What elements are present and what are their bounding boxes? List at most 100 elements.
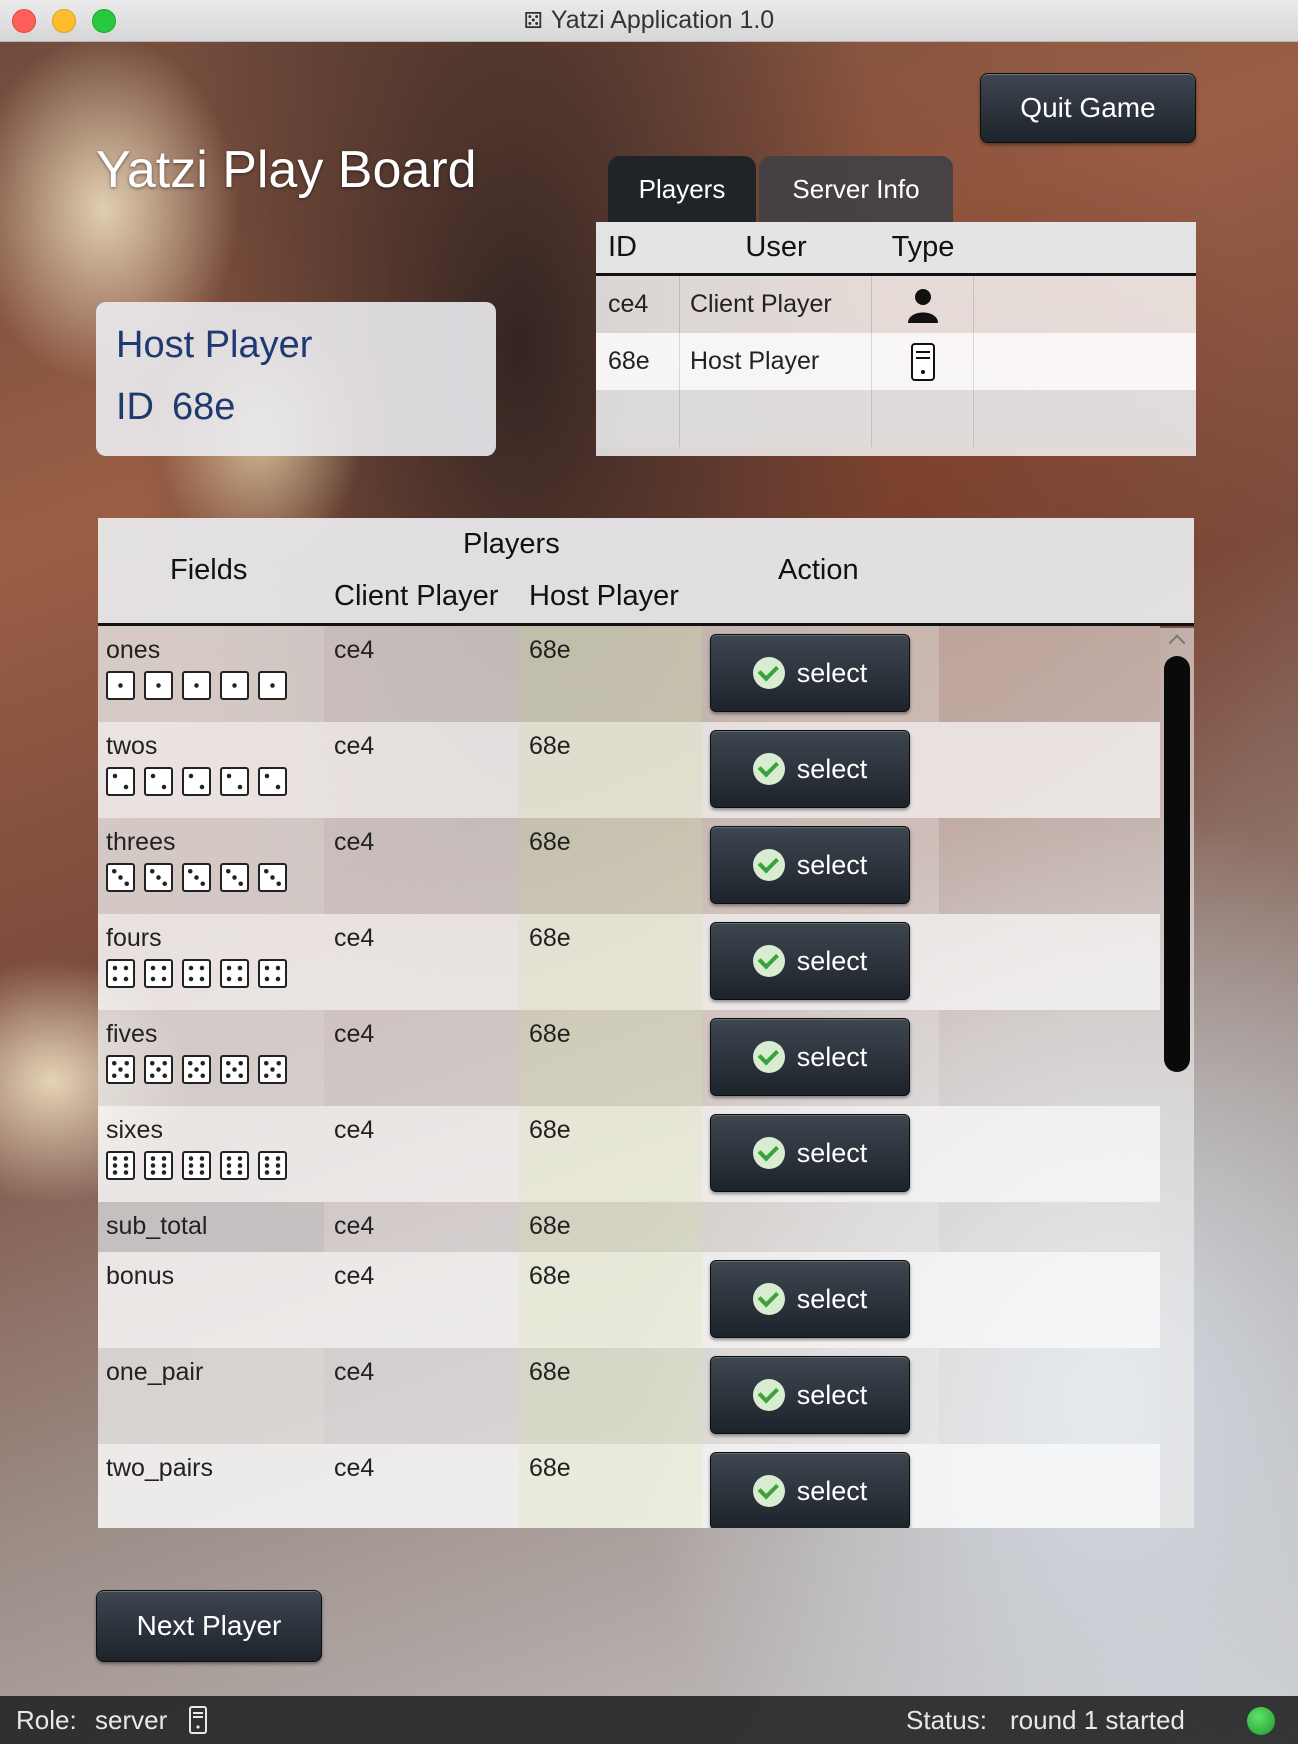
host-score-cell: 68e <box>519 818 702 914</box>
table-row[interactable]: two_pairs ce4 68e select <box>98 1444 1160 1528</box>
player-id-cell: 68e <box>596 333 680 390</box>
select-label: select <box>796 753 868 784</box>
field-cell: fives <box>98 1010 324 1106</box>
dice-group <box>106 863 316 892</box>
checkmark-icon <box>752 1379 785 1411</box>
select-button[interactable]: select <box>710 1452 910 1528</box>
next-player-button[interactable]: Next Player <box>96 1590 322 1662</box>
dice-group <box>106 1055 316 1084</box>
action-cell: select <box>702 1010 939 1106</box>
table-row[interactable]: sub_total ce4 68e <box>98 1202 1160 1252</box>
table-row[interactable]: ones ce4 68e select <box>98 626 1160 722</box>
empty-cell <box>939 626 1160 722</box>
select-button[interactable]: select <box>710 922 910 1000</box>
die-face-icon <box>220 959 249 988</box>
empty-cell <box>596 390 680 447</box>
die-face-icon <box>258 959 287 988</box>
close-window-button[interactable] <box>12 9 36 33</box>
field-cell: ones <box>98 626 324 722</box>
select-label: select <box>796 945 868 976</box>
table-row[interactable]: fours ce4 68e select <box>98 914 1160 1010</box>
column-header-action[interactable]: Action <box>778 554 859 587</box>
die-face-icon <box>144 1151 173 1180</box>
empty-cell <box>939 1348 1160 1444</box>
table-row[interactable]: threes ce4 68e select <box>98 818 1160 914</box>
column-header-id[interactable]: ID <box>596 231 680 264</box>
select-button[interactable]: select <box>710 1114 910 1192</box>
select-button[interactable]: select <box>710 1018 910 1096</box>
empty-cell <box>939 1252 1160 1348</box>
die-face-icon <box>220 671 249 700</box>
role-label: Role: <box>16 1704 77 1735</box>
die-face-icon <box>182 671 211 700</box>
info-tabs: Players Server Info <box>608 156 953 222</box>
select-button[interactable]: select <box>710 730 910 808</box>
column-header-fields[interactable]: Fields <box>170 554 247 587</box>
table-row[interactable]: 68e Host Player <box>596 333 1196 390</box>
empty-cell <box>939 1106 1160 1202</box>
field-cell: one_pair <box>98 1348 324 1444</box>
score-table-body[interactable]: ones ce4 68e select twos ce4 68e select threes ce… <box>98 626 1160 1528</box>
table-row[interactable]: ce4 Client Player <box>596 276 1196 333</box>
select-label: select <box>796 657 868 688</box>
die-face-icon <box>106 767 135 796</box>
table-row[interactable]: bonus ce4 68e select <box>98 1252 1160 1348</box>
field-cell: two_pairs <box>98 1444 324 1528</box>
scrollbar-thumb[interactable] <box>1164 656 1190 1072</box>
scroll-up-arrow-icon[interactable] <box>1168 634 1186 646</box>
players-table-header: ID User Type <box>596 222 1196 276</box>
select-button[interactable]: select <box>710 634 910 712</box>
field-name: sixes <box>106 1116 163 1144</box>
score-table-scrollbar[interactable] <box>1160 628 1194 1528</box>
window-titlebar: ⚄ Yatzi Application 1.0 <box>0 0 1298 42</box>
empty-cell <box>872 390 974 447</box>
client-score-cell: ce4 <box>324 1348 519 1444</box>
column-header-user[interactable]: User <box>680 231 872 264</box>
select-button[interactable]: select <box>710 826 910 904</box>
field-cell: bonus <box>98 1252 324 1348</box>
action-cell: select <box>702 1444 939 1528</box>
quit-game-button[interactable]: Quit Game <box>980 73 1196 143</box>
players-table: ID User Type ce4 Client Player 68e Host … <box>596 222 1196 456</box>
column-header-host-player[interactable]: Host Player <box>529 580 679 613</box>
table-row[interactable]: twos ce4 68e select <box>98 722 1160 818</box>
dice-icon: ⚄ <box>523 7 543 33</box>
tab-players[interactable]: Players <box>608 156 756 222</box>
die-face-icon <box>106 671 135 700</box>
column-header-client-player[interactable]: Client Player <box>334 580 498 613</box>
empty-cell <box>939 1444 1160 1528</box>
die-face-icon <box>106 1055 135 1084</box>
action-cell: select <box>702 818 939 914</box>
dice-group <box>106 767 316 796</box>
dice-group <box>106 959 316 988</box>
die-face-icon <box>258 863 287 892</box>
die-face-icon <box>106 959 135 988</box>
table-row[interactable]: fives ce4 68e select <box>98 1010 1160 1106</box>
checkmark-icon <box>752 657 785 689</box>
select-label: select <box>796 1137 868 1168</box>
checkmark-icon <box>752 1283 785 1315</box>
select-button[interactable]: select <box>710 1260 910 1338</box>
host-score-cell: 68e <box>519 1106 702 1202</box>
field-name: fours <box>106 924 162 952</box>
status-indicator-icon <box>1247 1707 1275 1735</box>
host-score-cell: 68e <box>519 722 702 818</box>
role-value: server <box>95 1704 168 1735</box>
die-face-icon <box>220 863 249 892</box>
select-button[interactable]: select <box>710 1356 910 1434</box>
column-header-type[interactable]: Type <box>872 231 974 264</box>
action-cell: select <box>702 1348 939 1444</box>
checkmark-icon <box>752 849 785 881</box>
tab-server-info[interactable]: Server Info <box>759 156 953 222</box>
die-face-icon <box>182 1055 211 1084</box>
table-row[interactable]: sixes ce4 68e select <box>98 1106 1160 1202</box>
field-name: threes <box>106 828 176 856</box>
minimize-window-button[interactable] <box>52 9 76 33</box>
action-cell: select <box>702 722 939 818</box>
action-cell: select <box>702 1252 939 1348</box>
maximize-window-button[interactable] <box>92 9 116 33</box>
field-name: ones <box>106 636 161 664</box>
checkmark-icon <box>752 945 785 977</box>
host-score-cell: 68e <box>519 914 702 1010</box>
table-row[interactable]: one_pair ce4 68e select <box>98 1348 1160 1444</box>
